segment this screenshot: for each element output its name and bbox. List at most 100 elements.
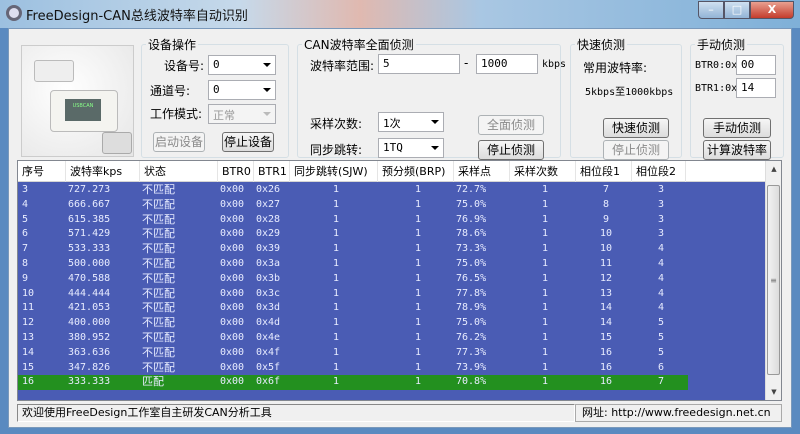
table-row[interactable]: 12 400.000 不匹配 0x00 0x4d 1 1 75.0% 1 14 5	[18, 316, 766, 331]
column-header[interactable]: BTR0	[218, 161, 254, 182]
chevron-down-icon	[431, 146, 439, 150]
scroll-up-icon[interactable]: ▲	[766, 161, 781, 177]
table-cell: 11	[599, 258, 613, 269]
column-header[interactable]: 序号	[18, 161, 66, 182]
table-cell: 0x00	[220, 361, 245, 373]
table-cell: 727.273	[68, 184, 111, 195]
column-header[interactable]: BTR1	[254, 161, 290, 182]
vertical-scrollbar[interactable]: ▲ ≡ ▼	[765, 161, 781, 400]
table-cell: 10	[22, 287, 35, 299]
scroll-down-icon[interactable]: ▼	[766, 384, 781, 400]
column-header[interactable]: 采样次数	[510, 161, 576, 182]
table-cell: 16	[22, 376, 35, 388]
column-header[interactable]: 相位段2	[632, 161, 686, 182]
start-device-button[interactable]: 启动设备	[153, 132, 205, 152]
table-row[interactable]: 16 333.333 匹配 0x00 0x6f 1 1 70.8% 1 16 7	[18, 375, 688, 391]
table-cell: 333.333	[68, 376, 111, 388]
table-cell: 1	[414, 213, 422, 225]
table-cell: 15	[22, 361, 35, 373]
table-cell: 不匹配	[142, 227, 175, 241]
calc-baudrate-button[interactable]: 计算波特率	[703, 140, 771, 160]
table-row[interactable]: 11 421.053 不匹配 0x00 0x3d 1 1 78.9% 1 14 4	[18, 301, 766, 316]
column-header[interactable]: 波特率kps	[66, 161, 140, 182]
table-cell: 0x00	[220, 228, 245, 240]
chevron-down-icon	[263, 112, 271, 116]
table-cell: 0x00	[220, 258, 245, 269]
table-cell: 76.9%	[456, 213, 487, 225]
table-row[interactable]: 8 500.000 不匹配 0x00 0x3a 1 1 75.0% 1 11 4	[18, 257, 766, 272]
table-cell: 3	[22, 184, 29, 195]
table-cell: 1	[414, 317, 422, 329]
column-header[interactable]: 采样点	[454, 161, 510, 182]
minimize-button[interactable]: –	[698, 1, 724, 19]
table-row[interactable]: 14 363.636 不匹配 0x00 0x4f 1 1 77.3% 1 16 5	[18, 346, 766, 361]
column-header[interactable]: 状态	[140, 161, 218, 182]
table-row[interactable]: 13 380.952 不匹配 0x00 0x4e 1 1 76.2% 1 15 5	[18, 331, 766, 346]
stop-quick-detect-button[interactable]: 停止侦测	[603, 140, 669, 160]
table-cell: 不匹配	[142, 286, 175, 300]
table-cell: 10	[599, 243, 613, 255]
mode-value: 正常	[213, 109, 235, 122]
table-row[interactable]: 3 727.273 不匹配 0x00 0x26 1 1 72.7% 1 7 3	[18, 183, 766, 198]
table-cell: 1	[414, 361, 422, 373]
table-cell: 1	[332, 287, 340, 299]
group-manual-detect: 手动侦测 BTR0:0x 00 BTR1:0x 14 手动侦测 计算波特率	[690, 36, 784, 160]
quick-range-text: 5kbps至1000kbps	[585, 87, 674, 98]
table-cell: 7	[657, 376, 665, 388]
channel-select[interactable]: 0	[208, 80, 276, 100]
table-cell: 15	[599, 332, 613, 343]
table-cell: 5	[657, 346, 665, 358]
table-cell: 10	[599, 228, 613, 240]
column-header[interactable]: 同步跳转(SJW)	[290, 161, 378, 182]
table-cell: 不匹配	[142, 183, 175, 196]
table-cell: 1	[541, 332, 549, 343]
table-cell: 1	[332, 346, 340, 358]
range-to-input[interactable]: 1000	[476, 54, 538, 74]
full-detect-button[interactable]: 全面侦测	[478, 115, 544, 135]
stop-device-button[interactable]: 停止设备	[222, 132, 274, 152]
result-list[interactable]: 序号 波特率kps 状态 BTR0 BTR1 同步跳转(SJW) 预分频(BRP) 采样点 采样…	[17, 160, 782, 401]
table-cell: 1	[332, 184, 340, 195]
table-cell: 8	[22, 258, 29, 269]
mode-label: 工作模式:	[150, 107, 203, 121]
close-button[interactable]: X	[750, 1, 794, 19]
table-row[interactable]: 6 571.429 不匹配 0x00 0x29 1 1 78.6% 1 10 3	[18, 227, 766, 242]
btr1-input[interactable]: 14	[736, 78, 776, 98]
table-cell: 0x4d	[256, 317, 281, 329]
samples-select[interactable]: 1次	[378, 112, 444, 132]
table-cell: 615.385	[68, 213, 111, 225]
column-header[interactable]: 预分频(BRP)	[378, 161, 454, 182]
stop-full-detect-button[interactable]: 停止侦测	[478, 140, 544, 160]
mode-select[interactable]: 正常	[208, 104, 276, 124]
table-row[interactable]: 4 666.667 不匹配 0x00 0x27 1 1 75.0% 1 8 3	[18, 198, 766, 213]
table-row[interactable]: 10 444.444 不匹配 0x00 0x3c 1 1 77.8% 1 13 4	[18, 287, 766, 302]
scroll-thumb[interactable]: ≡	[767, 185, 780, 375]
btr0-input[interactable]: 00	[736, 55, 776, 75]
table-cell: 匹配	[142, 375, 164, 389]
table-row[interactable]: 9 470.588 不匹配 0x00 0x3b 1 1 76.5% 1 12 4	[18, 272, 766, 287]
table-row[interactable]: 5 615.385 不匹配 0x00 0x28 1 1 76.9% 1 9 3	[18, 213, 766, 228]
sjw-select[interactable]: 1TQ	[378, 138, 444, 158]
column-header[interactable]: 相位段1	[576, 161, 632, 182]
table-cell: 1	[541, 346, 549, 358]
maximize-button[interactable]: □	[724, 1, 750, 19]
table-row[interactable]: 15 347.826 不匹配 0x00 0x5f 1 1 73.9% 1 16 6	[18, 361, 766, 376]
table-cell: 8	[602, 198, 610, 210]
status-url[interactable]: 网址: http://www.freedesign.net.cn	[575, 404, 782, 422]
table-cell: 77.3%	[456, 346, 487, 358]
table-cell: 0x3b	[256, 272, 281, 284]
device-no-select[interactable]: 0	[208, 55, 276, 75]
manual-detect-button[interactable]: 手动侦测	[703, 118, 771, 138]
table-cell: 1	[541, 198, 549, 210]
range-from-input[interactable]: 5	[378, 54, 460, 74]
table-cell: 4	[657, 287, 665, 299]
table-cell: 76.2%	[456, 332, 487, 343]
quick-detect-button[interactable]: 快速侦测	[603, 118, 669, 138]
btr0-label: BTR0:0x	[695, 60, 738, 71]
table-row[interactable]: 7 533.333 不匹配 0x00 0x39 1 1 73.3% 1 10 4	[18, 242, 766, 257]
device-logo: USBCAN	[65, 99, 101, 121]
table-cell: 0x3c	[256, 287, 281, 299]
table-cell: 400.000	[68, 317, 111, 329]
table-cell: 3	[657, 184, 665, 195]
samples-value: 1次	[383, 117, 401, 130]
